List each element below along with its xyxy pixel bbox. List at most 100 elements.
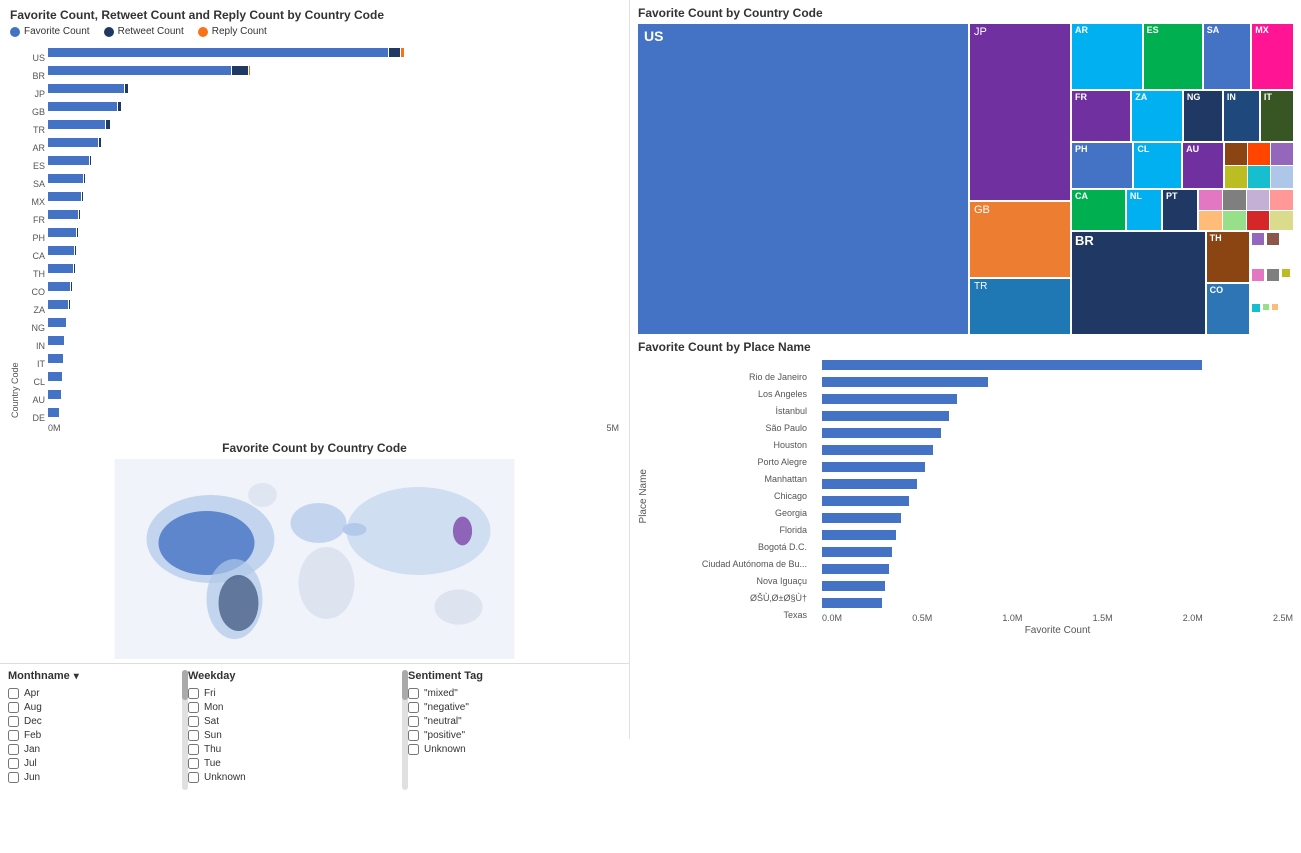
place-label-tex: Texas <box>651 607 811 624</box>
checkbox-feb[interactable] <box>8 730 19 741</box>
filter-item-jan[interactable]: Jan <box>8 744 178 755</box>
checkbox-mixed[interactable] <box>408 688 419 699</box>
filter-item-aug[interactable]: Aug <box>8 702 178 713</box>
treemap-tiny-14[interactable] <box>1270 211 1293 231</box>
treemap-cell-mx[interactable]: MX <box>1252 24 1293 89</box>
treemap-cell-pt[interactable]: PT <box>1163 190 1197 230</box>
micro-2[interactable] <box>1267 233 1279 245</box>
treemap-tiny-10[interactable] <box>1270 190 1293 210</box>
filter-item-unknown-sentiment[interactable]: Unknown <box>408 744 621 755</box>
label-dec: Dec <box>24 716 42 727</box>
treemap-cell-gb[interactable]: GB <box>970 202 1070 277</box>
treemap-cell-au[interactable]: AU <box>1183 143 1223 188</box>
place-label-chi: Chicago <box>651 488 811 505</box>
checkbox-apr[interactable] <box>8 688 19 699</box>
treemap-tiny-4[interactable] <box>1225 166 1247 188</box>
treemap-tiny-row2 <box>1225 166 1293 188</box>
micro-6[interactable] <box>1252 304 1260 312</box>
treemap-cell-ar[interactable]: AR <box>1072 24 1142 89</box>
treemap-cell-br-right[interactable]: BR <box>1072 232 1205 334</box>
treemap-cell-it[interactable]: IT <box>1261 91 1293 141</box>
filter-item-mixed[interactable]: "mixed" <box>408 688 621 699</box>
checkbox-dec[interactable] <box>8 716 19 727</box>
treemap-tiny-2[interactable] <box>1248 143 1270 165</box>
bar-row-fr <box>48 205 619 223</box>
treemap-cell-fr[interactable]: FR <box>1072 91 1130 141</box>
micro-3[interactable] <box>1252 269 1264 281</box>
monthname-scroll-track[interactable] <box>182 670 188 790</box>
place-bar-13 <box>822 581 885 591</box>
treemap-cell-co[interactable]: CO <box>1207 284 1249 334</box>
filter-item-apr[interactable]: Apr <box>8 688 178 699</box>
treemap-cell-cl[interactable]: CL <box>1134 143 1181 188</box>
filter-item-jun[interactable]: Jun <box>8 772 178 783</box>
treemap-tiny-8[interactable] <box>1223 190 1246 210</box>
treemap-tiny-12[interactable] <box>1223 211 1246 231</box>
filter-item-negative[interactable]: "negative" <box>408 702 621 713</box>
weekday-scroll-thumb[interactable] <box>402 670 408 700</box>
x-label-1: 1.0M <box>1002 613 1022 623</box>
filter-item-tue[interactable]: Tue <box>188 758 398 769</box>
checkbox-neutral[interactable] <box>408 716 419 727</box>
checkbox-negative[interactable] <box>408 702 419 713</box>
filter-item-dec[interactable]: Dec <box>8 716 178 727</box>
chevron-down-icon[interactable]: ▾ <box>74 671 79 682</box>
filter-item-jul[interactable]: Jul <box>8 758 178 769</box>
weekday-scroll-track[interactable] <box>402 670 408 790</box>
place-bar-10 <box>822 530 896 540</box>
micro-1[interactable] <box>1252 233 1264 245</box>
treemap-tiny-6[interactable] <box>1271 166 1293 188</box>
treemap-cell-th[interactable]: TH <box>1207 232 1249 282</box>
checkbox-fri[interactable] <box>188 688 199 699</box>
treemap-cell-sa[interactable]: SA <box>1204 24 1251 89</box>
treemap-tiny-13[interactable] <box>1247 211 1270 231</box>
checkbox-jan[interactable] <box>8 744 19 755</box>
filter-item-positive[interactable]: "positive" <box>408 730 621 741</box>
treemap-tiny-7[interactable] <box>1199 190 1222 210</box>
checkbox-sat[interactable] <box>188 716 199 727</box>
micro-5[interactable] <box>1282 269 1290 277</box>
filter-item-fri[interactable]: Fri <box>188 688 398 699</box>
filter-item-thu[interactable]: Thu <box>188 744 398 755</box>
checkbox-tue[interactable] <box>188 758 199 769</box>
treemap-cell-us[interactable]: US <box>638 24 968 334</box>
treemap-cell-ng[interactable]: NG <box>1184 91 1222 141</box>
checkbox-sun[interactable] <box>188 730 199 741</box>
treemap-cell-ph[interactable]: PH <box>1072 143 1132 188</box>
monthname-scroll-thumb[interactable] <box>182 670 188 700</box>
checkbox-aug[interactable] <box>8 702 19 713</box>
filter-item-sun[interactable]: Sun <box>188 730 398 741</box>
treemap-tiny-9[interactable] <box>1247 190 1270 210</box>
treemap-cell-es[interactable]: ES <box>1144 24 1202 89</box>
y-label-in: IN <box>20 337 48 355</box>
rt-bar-tr <box>106 120 110 129</box>
treemap-cell-ca[interactable]: CA <box>1072 190 1125 230</box>
micro-4[interactable] <box>1267 269 1279 281</box>
fav-bar-jp <box>48 84 124 93</box>
treemap-tiny-11[interactable] <box>1199 211 1222 231</box>
checkbox-jun[interactable] <box>8 772 19 783</box>
checkbox-unknown-weekday[interactable] <box>188 772 199 783</box>
filter-item-feb[interactable]: Feb <box>8 730 178 741</box>
checkbox-mon[interactable] <box>188 702 199 713</box>
checkbox-jul[interactable] <box>8 758 19 769</box>
checkbox-unknown-sentiment[interactable] <box>408 744 419 755</box>
checkbox-positive[interactable] <box>408 730 419 741</box>
treemap-cell-jp[interactable]: JP <box>970 24 1070 200</box>
treemap-cell-nl[interactable]: NL <box>1127 190 1161 230</box>
treemap-cell-za[interactable]: ZA <box>1132 91 1182 141</box>
treemap-cell-in[interactable]: IN <box>1224 91 1259 141</box>
filter-item-mon[interactable]: Mon <box>188 702 398 713</box>
place-label-ni: Nova Iguaçu <box>651 573 811 590</box>
checkbox-thu[interactable] <box>188 744 199 755</box>
treemap-title: Favorite Count by Country Code <box>638 6 1293 20</box>
filter-item-neutral[interactable]: "neutral" <box>408 716 621 727</box>
micro-7[interactable] <box>1263 304 1269 310</box>
filter-item-unknown-weekday[interactable]: Unknown <box>188 772 398 783</box>
treemap-tiny-1[interactable] <box>1225 143 1247 165</box>
treemap-tiny-5[interactable] <box>1248 166 1270 188</box>
micro-8[interactable] <box>1272 304 1278 310</box>
filter-item-sat[interactable]: Sat <box>188 716 398 727</box>
treemap-cell-tr[interactable]: TR <box>970 279 1070 334</box>
treemap-tiny-3[interactable] <box>1271 143 1293 165</box>
